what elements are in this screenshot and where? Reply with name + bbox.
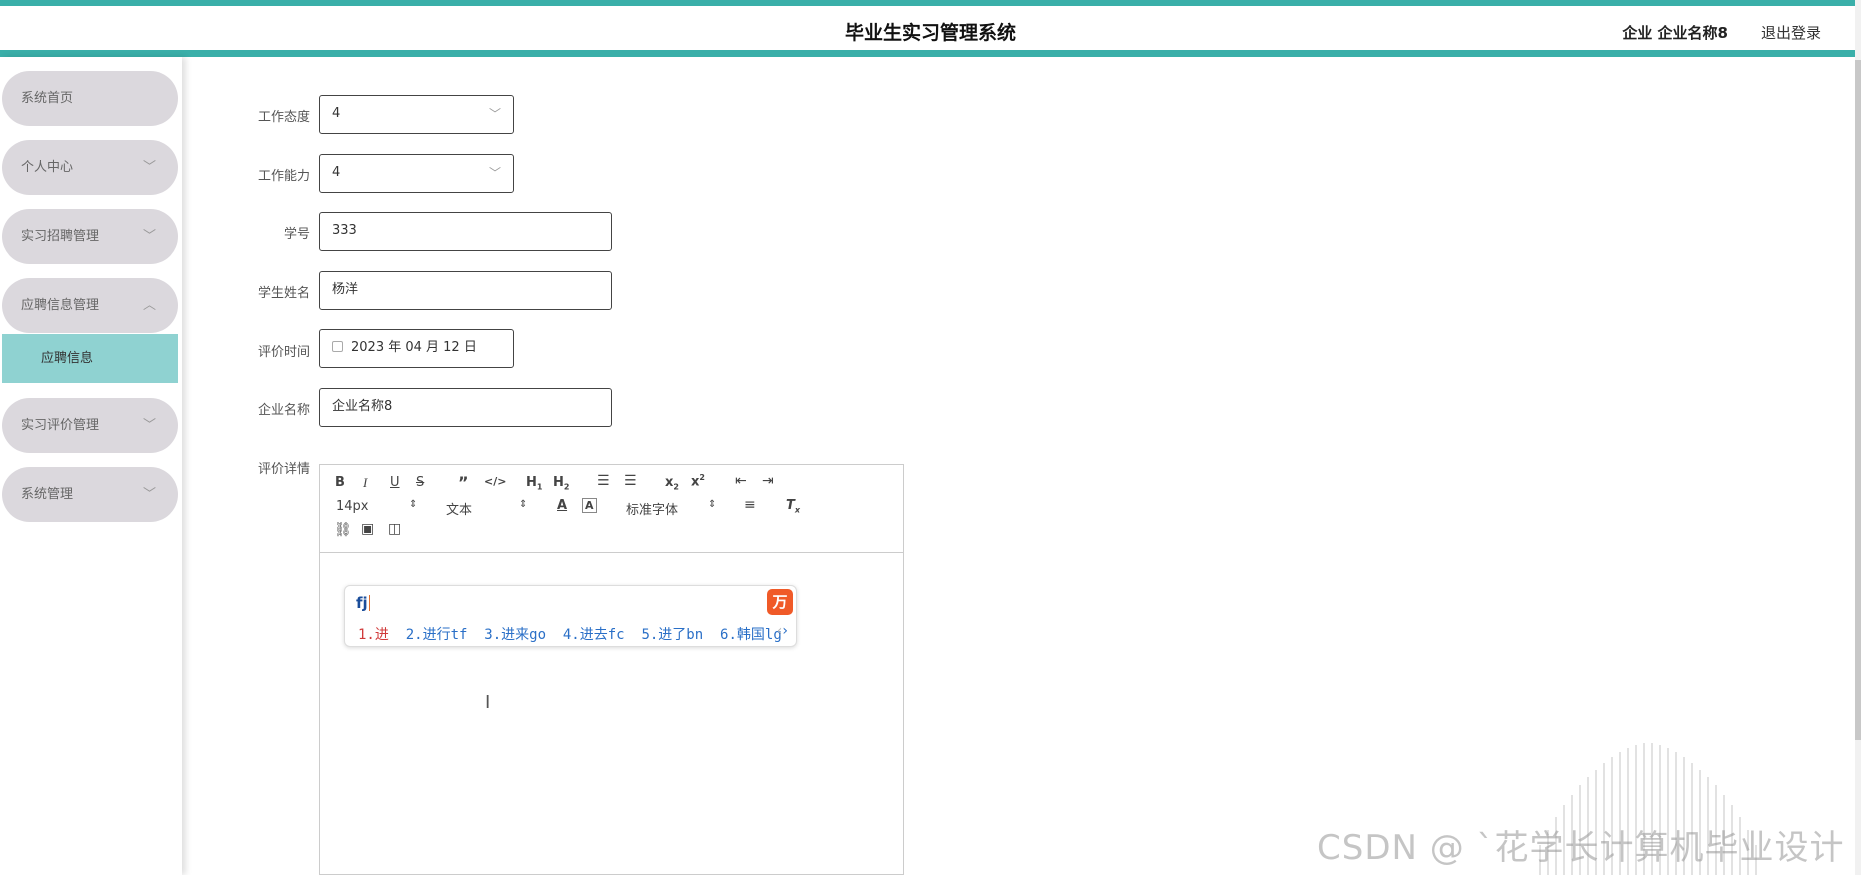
attitude-value: 4: [332, 106, 341, 121]
paragraph-select[interactable]: 文本: [446, 499, 472, 518]
background-color-icon[interactable]: A: [582, 498, 597, 513]
chevron-updown-icon: ⇕: [708, 499, 717, 510]
sidebar-item-application-management[interactable]: 应聘信息管理 ︿: [2, 278, 178, 333]
bullet-list-icon[interactable]: ☰: [624, 473, 637, 489]
sidebar-item-label: 个人中心: [21, 160, 74, 175]
eval-time-picker[interactable]: 2023 年 04 月 12 日: [319, 329, 514, 368]
subscript-icon[interactable]: x2: [665, 475, 679, 492]
student-no-label: 学号: [283, 227, 310, 242]
scrollbar-thumb[interactable]: [1855, 60, 1861, 740]
align-icon[interactable]: ≡: [744, 497, 756, 513]
font-size-select[interactable]: 14px: [336, 499, 369, 514]
chevron-down-icon: ﹀: [142, 418, 156, 433]
ime-candidate[interactable]: 6.韩国lg: [720, 627, 782, 643]
ime-candidate[interactable]: 3.进来go: [484, 627, 546, 643]
code-icon[interactable]: </>: [484, 475, 506, 488]
sidebar-item-system[interactable]: 系统管理 ﹀: [2, 467, 178, 522]
superscript-icon[interactable]: x2: [691, 473, 705, 489]
rich-text-editor[interactable]: B I U S ” </> H1 H2 ☰ ☰ x2 x2 ⇤ ⇥ 14px ⇕…: [319, 464, 904, 875]
ime-caret: [368, 595, 370, 611]
eval-time-value: 2023 年 04 月 12 日: [351, 340, 477, 355]
top-bar: 毕业生实习管理系统 企业 企业名称8 退出登录: [0, 0, 1861, 57]
sidebar-item-label: 系统首页: [21, 91, 74, 106]
heading2-icon[interactable]: H2: [553, 475, 569, 492]
sidebar-item-evaluation[interactable]: 实习评价管理 ﹀: [2, 398, 178, 453]
sidebar-item-recruitment[interactable]: 实习招聘管理 ﹀: [2, 209, 178, 264]
sidebar-item-personal-center[interactable]: 个人中心 ﹀: [2, 140, 178, 195]
attitude-select[interactable]: 4 ﹀: [319, 95, 514, 134]
ime-logo-icon: 万: [767, 589, 793, 615]
student-name-input[interactable]: 杨洋: [319, 271, 612, 310]
editor-toolbar: B I U S ” </> H1 H2 ☰ ☰ x2 x2 ⇤ ⇥ 14px ⇕…: [320, 465, 903, 553]
ime-candidate[interactable]: 4.进去fc: [563, 627, 625, 643]
sidebar-item-label: 实习评价管理: [21, 418, 100, 433]
image-icon[interactable]: ▣: [361, 521, 374, 537]
student-no-input[interactable]: 333: [319, 212, 612, 251]
ime-input-text: fj: [356, 594, 370, 612]
chevron-down-icon: ﹀: [142, 229, 156, 244]
sidebar-item-label: 实习招聘管理: [21, 229, 100, 244]
chevron-down-icon: ﹀: [142, 160, 156, 175]
student-name-label: 学生姓名: [257, 286, 310, 301]
chevron-updown-icon: ⇕: [409, 499, 418, 510]
sidebar-item-label: 系统管理: [21, 487, 74, 502]
chevron-down-icon: ﹀: [142, 487, 156, 502]
text-cursor-icon: I: [485, 692, 491, 713]
clear-format-icon[interactable]: Tx: [786, 498, 800, 515]
underline-icon[interactable]: U: [390, 475, 400, 490]
app-title: 毕业生实习管理系统: [844, 22, 1016, 44]
italic-icon[interactable]: I: [363, 475, 367, 491]
ime-candidate[interactable]: 2.进行tf: [406, 627, 468, 643]
ime-candidate-list: 1.进 2.进行tf 3.进来go 4.进去fc 5.进了bn 6.韩国lg: [358, 624, 782, 644]
heading1-icon[interactable]: H1: [526, 475, 542, 492]
current-user: 企业 企业名称8: [1622, 24, 1728, 42]
chevron-down-icon: ﹀: [488, 166, 501, 180]
chevron-updown-icon: ⇕: [519, 499, 528, 510]
link-icon[interactable]: ⛓: [334, 522, 352, 538]
calendar-icon: [332, 341, 343, 352]
strike-icon[interactable]: S: [416, 475, 424, 490]
chevron-up-icon: ︿: [142, 298, 156, 313]
ability-select[interactable]: 4 ﹀: [319, 154, 514, 193]
chevron-down-icon: ﹀: [488, 107, 501, 121]
chevron-right-icon[interactable]: ›: [782, 623, 788, 639]
company-input[interactable]: 企业名称8: [319, 388, 612, 427]
ime-candidate[interactable]: 1.进: [358, 627, 389, 643]
watermark: CSDN @ ˋ花学长计算机毕业设计: [1317, 828, 1845, 868]
company-label: 企业名称: [257, 403, 310, 418]
ability-label: 工作能力: [257, 169, 310, 184]
ime-candidate-popup: fj 万 1.进 2.进行tf 3.进来go 4.进去fc 5.进了bn 6.韩…: [344, 585, 797, 647]
indent-icon[interactable]: ⇥: [762, 473, 774, 489]
sidebar-subitem-application-info[interactable]: 应聘信息: [2, 334, 178, 383]
ime-page-nav[interactable]: ‹›: [777, 623, 788, 639]
logout-link[interactable]: 退出登录: [1761, 22, 1821, 43]
sidebar: 系统首页 个人中心 ﹀ 实习招聘管理 ﹀ 应聘信息管理 ︿ 应聘信息 实习评价管…: [0, 57, 182, 875]
outdent-icon[interactable]: ⇤: [735, 473, 747, 489]
ordered-list-icon[interactable]: ☰: [597, 473, 610, 489]
blockquote-icon[interactable]: ”: [458, 473, 469, 492]
ability-value: 4: [332, 165, 341, 180]
detail-label: 评价详情: [257, 462, 310, 477]
font-family-select[interactable]: 标准字体: [626, 499, 678, 518]
sidebar-item-home[interactable]: 系统首页: [2, 71, 178, 126]
bold-icon[interactable]: B: [335, 475, 345, 490]
save-icon[interactable]: ◫: [388, 521, 401, 537]
font-color-icon[interactable]: A: [557, 498, 567, 513]
attitude-label: 工作态度: [257, 110, 310, 125]
ime-candidate[interactable]: 5.进了bn: [641, 627, 703, 643]
eval-time-label: 评价时间: [257, 345, 310, 360]
sidebar-item-label: 应聘信息管理: [21, 298, 100, 313]
